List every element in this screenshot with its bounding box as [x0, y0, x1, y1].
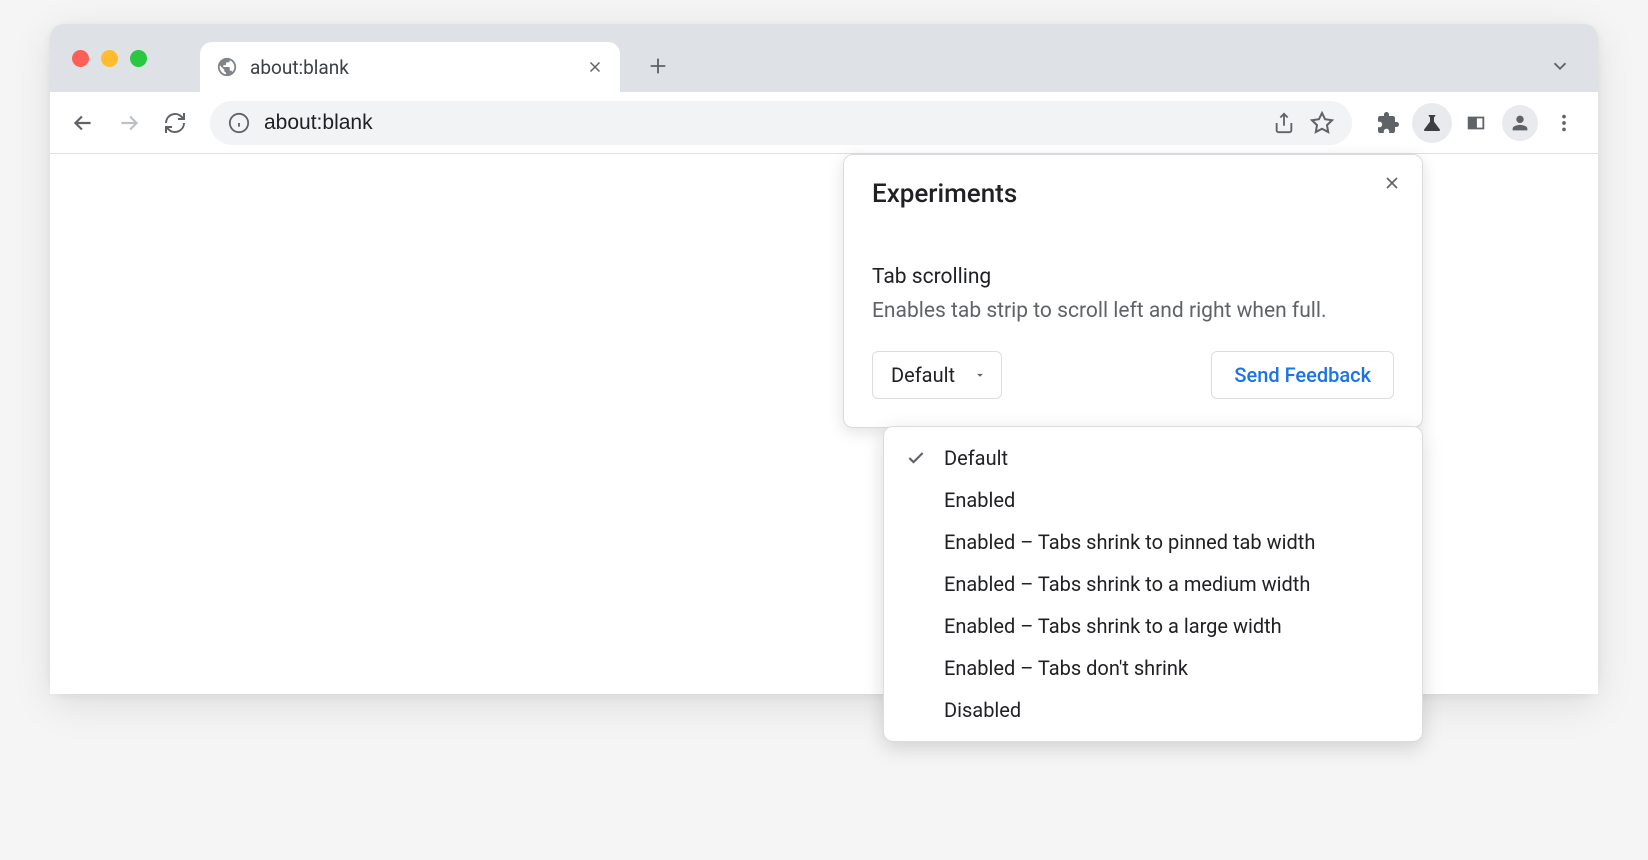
experiments-popup: Experiments Tab scrolling Enables tab st…: [843, 154, 1423, 428]
dropdown-option[interactable]: Enabled – Tabs shrink to a large width: [884, 605, 1422, 647]
feedback-label: Send Feedback: [1234, 363, 1371, 387]
dropdown-option-label: Enabled – Tabs shrink to a large width: [944, 614, 1282, 638]
dropdown-option-label: Enabled – Tabs shrink to a medium width: [944, 572, 1310, 596]
toolbar: [50, 92, 1598, 154]
dropdown-option-label: Enabled – Tabs don't shrink: [944, 656, 1188, 680]
experiments-flask-icon[interactable]: [1412, 103, 1452, 143]
new-tab-button[interactable]: [638, 46, 678, 86]
dropdown-option-label: Enabled: [944, 488, 1015, 512]
bookmark-star-icon[interactable]: [1310, 111, 1334, 135]
dropdown-option[interactable]: Enabled – Tabs shrink to a medium width: [884, 563, 1422, 605]
window-controls: [72, 50, 147, 67]
window-maximize-button[interactable]: [130, 50, 147, 67]
dropdown-option[interactable]: Enabled – Tabs shrink to pinned tab widt…: [884, 521, 1422, 563]
toolbar-actions: [1368, 103, 1584, 143]
dropdown-selected-label: Default: [891, 363, 955, 387]
tab-overflow-button[interactable]: [1540, 46, 1580, 86]
menu-button[interactable]: [1544, 103, 1584, 143]
side-panel-icon[interactable]: [1456, 103, 1496, 143]
address-bar[interactable]: [210, 101, 1352, 145]
window-close-button[interactable]: [72, 50, 89, 67]
reload-button[interactable]: [156, 104, 194, 142]
popup-close-button[interactable]: [1378, 169, 1406, 197]
tab-title: about:blank: [250, 56, 574, 79]
url-input[interactable]: [264, 111, 1258, 135]
dropdown-option[interactable]: Default: [884, 437, 1422, 479]
site-info-icon[interactable]: [228, 112, 250, 134]
browser-tab[interactable]: about:blank: [200, 42, 620, 92]
tab-strip: about:blank: [50, 24, 1598, 92]
dropdown-caret-icon: [973, 368, 987, 382]
dropdown-option[interactable]: Enabled: [884, 479, 1422, 521]
experiment-controls: Default Send Feedback: [872, 351, 1394, 399]
dropdown-menu: Default Enabled Enabled – Tabs shrink to p…: [883, 426, 1423, 742]
close-tab-button[interactable]: [586, 58, 604, 76]
send-feedback-button[interactable]: Send Feedback: [1211, 351, 1394, 399]
profile-avatar[interactable]: [1500, 103, 1540, 143]
experiment-name: Tab scrolling: [872, 265, 1394, 289]
globe-icon: [216, 56, 238, 78]
dropdown-option-label: Default: [944, 446, 1008, 470]
window-minimize-button[interactable]: [101, 50, 118, 67]
browser-window: about:blank: [50, 24, 1598, 694]
extensions-icon[interactable]: [1368, 103, 1408, 143]
experiment-dropdown[interactable]: Default: [872, 351, 1002, 399]
check-icon: [904, 448, 928, 468]
dropdown-option[interactable]: Disabled: [884, 689, 1422, 731]
experiment-description: Enables tab strip to scroll left and rig…: [872, 299, 1394, 323]
back-button[interactable]: [64, 104, 102, 142]
dropdown-option-label: Disabled: [944, 698, 1021, 722]
forward-button[interactable]: [110, 104, 148, 142]
popup-title: Experiments: [872, 179, 1394, 209]
dropdown-option[interactable]: Enabled – Tabs don't shrink: [884, 647, 1422, 689]
share-icon[interactable]: [1272, 111, 1296, 135]
dropdown-option-label: Enabled – Tabs shrink to pinned tab widt…: [944, 530, 1315, 554]
